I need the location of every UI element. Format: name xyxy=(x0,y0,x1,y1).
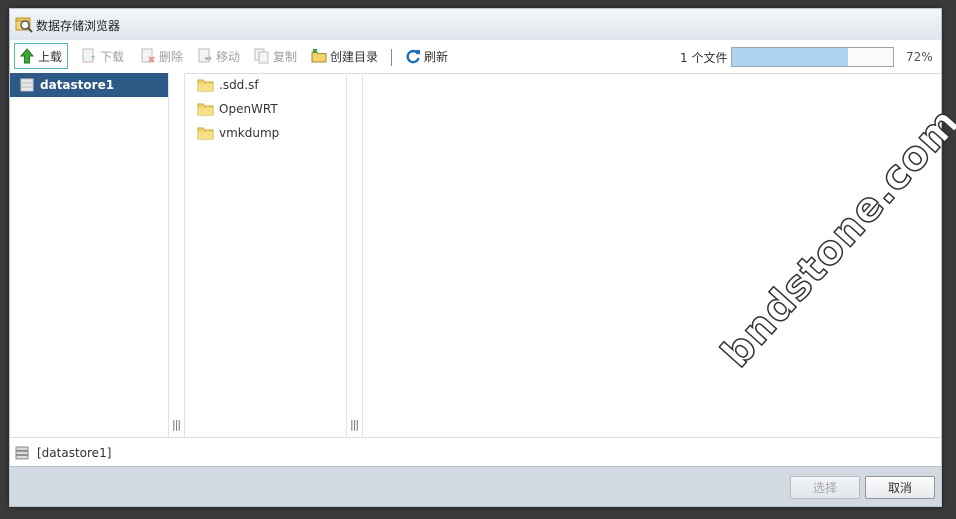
splitter-grip-icon: ||| xyxy=(172,418,181,431)
create-folder-label: 创建目录 xyxy=(330,49,379,64)
refresh-icon xyxy=(406,49,420,64)
create-folder-button[interactable]: 创建目录 xyxy=(307,43,383,69)
status-bar: [datastore1] xyxy=(10,437,941,467)
select-button[interactable]: 选择 xyxy=(790,476,860,499)
datastore-icon xyxy=(15,446,29,459)
download-label: 下载 xyxy=(100,49,125,64)
progress-percent: 72% xyxy=(906,50,933,64)
datastore-item[interactable]: datastore1 xyxy=(10,73,168,97)
delete-label: 删除 xyxy=(159,49,184,64)
pane-splitter-1[interactable]: ||| xyxy=(169,73,185,437)
delete-icon xyxy=(141,48,155,63)
download-icon xyxy=(82,48,95,63)
upload-button[interactable]: 上载 xyxy=(14,43,69,69)
new-folder-icon xyxy=(311,49,327,63)
copy-label: 复制 xyxy=(273,49,298,64)
folder-label: OpenWRT xyxy=(219,102,278,116)
folder-label: vmkdump xyxy=(219,126,280,140)
folder-icon xyxy=(197,127,214,140)
pane-splitter-2[interactable]: ||| xyxy=(347,73,363,437)
window-title: 数据存储浏览器 xyxy=(36,19,121,33)
copy-button[interactable]: 复制 xyxy=(250,43,302,69)
folder-item[interactable]: OpenWRT xyxy=(197,99,278,119)
move-label: 移动 xyxy=(216,49,241,64)
datastore-pane: datastore1 xyxy=(10,73,169,437)
folder-icon xyxy=(197,103,214,116)
current-path: [datastore1] xyxy=(37,445,112,460)
file-count-label: 1 个文件 xyxy=(680,51,728,65)
folder-label: .sdd.sf xyxy=(219,78,259,92)
refresh-label: 刷新 xyxy=(424,49,449,64)
move-icon xyxy=(198,48,212,63)
refresh-button[interactable]: 刷新 xyxy=(401,43,453,69)
datastore-icon xyxy=(20,78,34,92)
datastore-label: datastore1 xyxy=(40,78,115,92)
delete-button[interactable]: 删除 xyxy=(136,43,188,69)
upload-progress-bar xyxy=(731,47,894,67)
upload-label: 上载 xyxy=(38,49,63,64)
copy-icon xyxy=(254,48,269,64)
folder-icon xyxy=(197,79,214,92)
dialog-footer: 选择 取消 xyxy=(10,466,941,506)
folder-item[interactable]: vmkdump xyxy=(197,123,279,143)
progress-fill xyxy=(732,48,848,66)
folder-item[interactable]: .sdd.sf xyxy=(197,75,259,95)
upload-icon xyxy=(19,48,35,64)
move-button[interactable]: 移动 xyxy=(193,43,245,69)
splitter-grip-icon: ||| xyxy=(350,418,359,431)
folder-pane: .sdd.sf OpenWRT vmkdump xyxy=(185,73,347,437)
datastore-browser-icon xyxy=(15,15,33,33)
toolbar-separator xyxy=(391,49,392,66)
cancel-button[interactable]: 取消 xyxy=(865,476,935,499)
download-button[interactable]: 下载 xyxy=(77,43,129,69)
title-bar: 数据存储浏览器 xyxy=(10,9,941,41)
